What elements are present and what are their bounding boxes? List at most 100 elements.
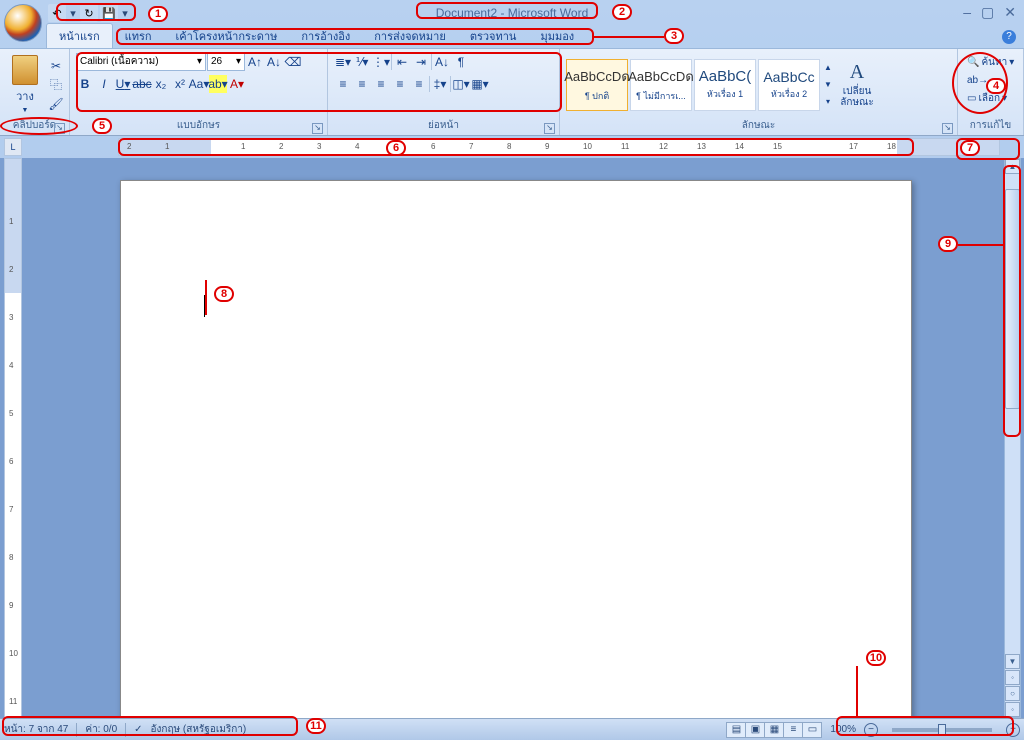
change-case-button[interactable]: Aa▾: [190, 75, 208, 93]
decrease-indent-button[interactable]: ⇤: [393, 53, 411, 71]
format-painter-button[interactable]: 🖌: [47, 95, 65, 113]
styles-more[interactable]: ▾: [822, 94, 834, 110]
font-launcher[interactable]: ↘: [312, 123, 323, 134]
cut-button[interactable]: ✂: [47, 57, 65, 75]
draft-view[interactable]: ▭: [802, 722, 822, 738]
style-preview: AaBbC(: [699, 68, 752, 85]
zoom-level[interactable]: 100%: [830, 724, 856, 735]
styles-scroll-down[interactable]: ▼: [822, 77, 834, 93]
numbering-button[interactable]: ⅟▾: [353, 53, 371, 71]
strike-button[interactable]: abc: [133, 75, 151, 93]
bold-button[interactable]: B: [76, 75, 94, 93]
style-no-spacing[interactable]: AaBbCcDด ¶ ไม่มีการเ...: [630, 59, 692, 111]
align-right-button[interactable]: ≡: [372, 75, 390, 93]
clipboard-launcher[interactable]: ↘: [54, 123, 65, 134]
spell-check-icon[interactable]: ✓: [134, 724, 142, 735]
horizontal-ruler[interactable]: 211234567891011121314151718: [118, 138, 1000, 156]
select-button[interactable]: ▭เลือก▾: [964, 89, 1017, 108]
tab-review[interactable]: ตรวจทาน: [458, 24, 529, 48]
style-normal[interactable]: AaBbCcDด ¶ ปกติ: [566, 59, 628, 111]
increase-indent-button[interactable]: ⇥: [412, 53, 430, 71]
align-center-button[interactable]: ≡: [353, 75, 371, 93]
scroll-down-button[interactable]: ▼: [1005, 654, 1020, 669]
sort-button[interactable]: A↓: [433, 53, 451, 71]
minimize-button[interactable]: –: [963, 4, 971, 21]
font-name-combo[interactable]: Calibri (เนื้อความ)▾: [76, 53, 206, 71]
tab-references[interactable]: การอ้างอิง: [289, 24, 362, 48]
line-spacing-button[interactable]: ‡▾: [431, 75, 449, 93]
page-status[interactable]: หน้า: 7 จาก 47: [4, 722, 68, 737]
align-left-button[interactable]: ≡: [334, 75, 352, 93]
zoom-out-button[interactable]: −: [864, 723, 878, 737]
style-heading2[interactable]: AaBbCc หัวเรื่อง 2: [758, 59, 820, 111]
replace-button[interactable]: ab→: [964, 73, 1017, 88]
tab-insert[interactable]: แทรก: [113, 24, 164, 48]
undo-dropdown[interactable]: ▾: [68, 4, 78, 22]
grow-font-button[interactable]: A↑: [246, 53, 264, 71]
change-styles-button[interactable]: A เปลี่ยน ลักษณะ: [836, 59, 878, 110]
word-count[interactable]: ค่า: 0/0: [85, 722, 117, 737]
scroll-up-button[interactable]: ▲: [1005, 159, 1020, 174]
justify-button[interactable]: ≡: [391, 75, 409, 93]
office-button[interactable]: [4, 4, 42, 42]
subscript-button[interactable]: x₂: [152, 75, 170, 93]
highlight-button[interactable]: ab▾: [209, 75, 227, 93]
copy-button[interactable]: ⿻: [47, 76, 65, 94]
multilevel-button[interactable]: ⋮▾: [372, 53, 390, 71]
style-name-label: ¶ ไม่มีการเ...: [636, 89, 686, 103]
underline-button[interactable]: U ▾: [114, 75, 132, 93]
quick-access-toolbar: ↶ ▾ ↻ 💾 ▾: [48, 4, 130, 22]
qat-customize[interactable]: ▾: [120, 4, 130, 22]
editing-label: การแก้ไข: [962, 118, 1019, 135]
clear-format-button[interactable]: ⌫: [284, 53, 302, 71]
shading-button[interactable]: ◫▾: [452, 75, 470, 93]
distributed-button[interactable]: ≡: [410, 75, 428, 93]
language-status[interactable]: อังกฤษ (สหรัฐอเมริกา): [151, 722, 247, 737]
show-marks-button[interactable]: ¶: [452, 53, 470, 71]
outline-view[interactable]: ≡: [783, 722, 803, 738]
vertical-ruler[interactable]: 1234567891011: [4, 158, 22, 718]
zoom-thumb[interactable]: [938, 724, 946, 736]
zoom-in-button[interactable]: +: [1006, 723, 1020, 737]
styles-scroll-up[interactable]: ▲: [822, 60, 834, 76]
select-label: เลือก: [978, 91, 1000, 106]
document-page[interactable]: [120, 180, 912, 718]
browse-object-button[interactable]: ○: [1005, 686, 1020, 701]
tab-page-layout[interactable]: เค้าโครงหน้ากระดาษ: [164, 24, 290, 48]
undo-icon: ↶: [52, 7, 61, 20]
scroll-thumb[interactable]: [1005, 189, 1020, 409]
chevron-down-icon: ▼: [22, 107, 29, 114]
vertical-scrollbar[interactable]: ▲ ▼ ◦ ○ ◦: [1004, 158, 1021, 718]
web-layout-view[interactable]: ▦: [764, 722, 784, 738]
group-font: Calibri (เนื้อความ)▾ 26▾ A↑ A↓ ⌫ B I U ▾…: [70, 49, 328, 135]
italic-button[interactable]: I: [95, 75, 113, 93]
bullets-button[interactable]: ≣▾: [334, 53, 352, 71]
prev-page-button[interactable]: ◦: [1005, 670, 1020, 685]
redo-button[interactable]: ↻: [80, 4, 98, 22]
shrink-font-button[interactable]: A↓: [265, 53, 283, 71]
font-color-button[interactable]: A▾: [228, 75, 246, 93]
next-page-button[interactable]: ◦: [1005, 702, 1020, 717]
tab-home[interactable]: หน้าแรก: [46, 23, 113, 48]
paste-button[interactable]: วาง ▼: [4, 53, 46, 116]
undo-button[interactable]: ↶: [48, 4, 66, 22]
maximize-button[interactable]: ▢: [981, 4, 994, 21]
save-button[interactable]: 💾: [100, 4, 118, 22]
find-button[interactable]: 🔍ค้นหา▾: [964, 53, 1017, 72]
style-heading1[interactable]: AaBbC( หัวเรื่อง 1: [694, 59, 756, 111]
close-button[interactable]: ✕: [1004, 4, 1016, 21]
full-screen-view[interactable]: ▣: [745, 722, 765, 738]
tab-view[interactable]: มุมมอง: [528, 24, 586, 48]
print-layout-view[interactable]: ▤: [726, 722, 746, 738]
document-scroll-area[interactable]: [22, 158, 1024, 718]
help-icon[interactable]: ?: [1002, 30, 1016, 44]
tab-selector[interactable]: L: [4, 138, 22, 156]
paragraph-launcher[interactable]: ↘: [544, 123, 555, 134]
superscript-button[interactable]: x²: [171, 75, 189, 93]
font-size-combo[interactable]: 26▾: [207, 53, 245, 71]
styles-launcher[interactable]: ↘: [942, 123, 953, 134]
tab-mailings[interactable]: การส่งจดหมาย: [362, 24, 458, 48]
window-controls: – ▢ ✕: [963, 4, 1016, 21]
borders-button[interactable]: ▦▾: [471, 75, 489, 93]
zoom-slider[interactable]: [892, 728, 992, 732]
